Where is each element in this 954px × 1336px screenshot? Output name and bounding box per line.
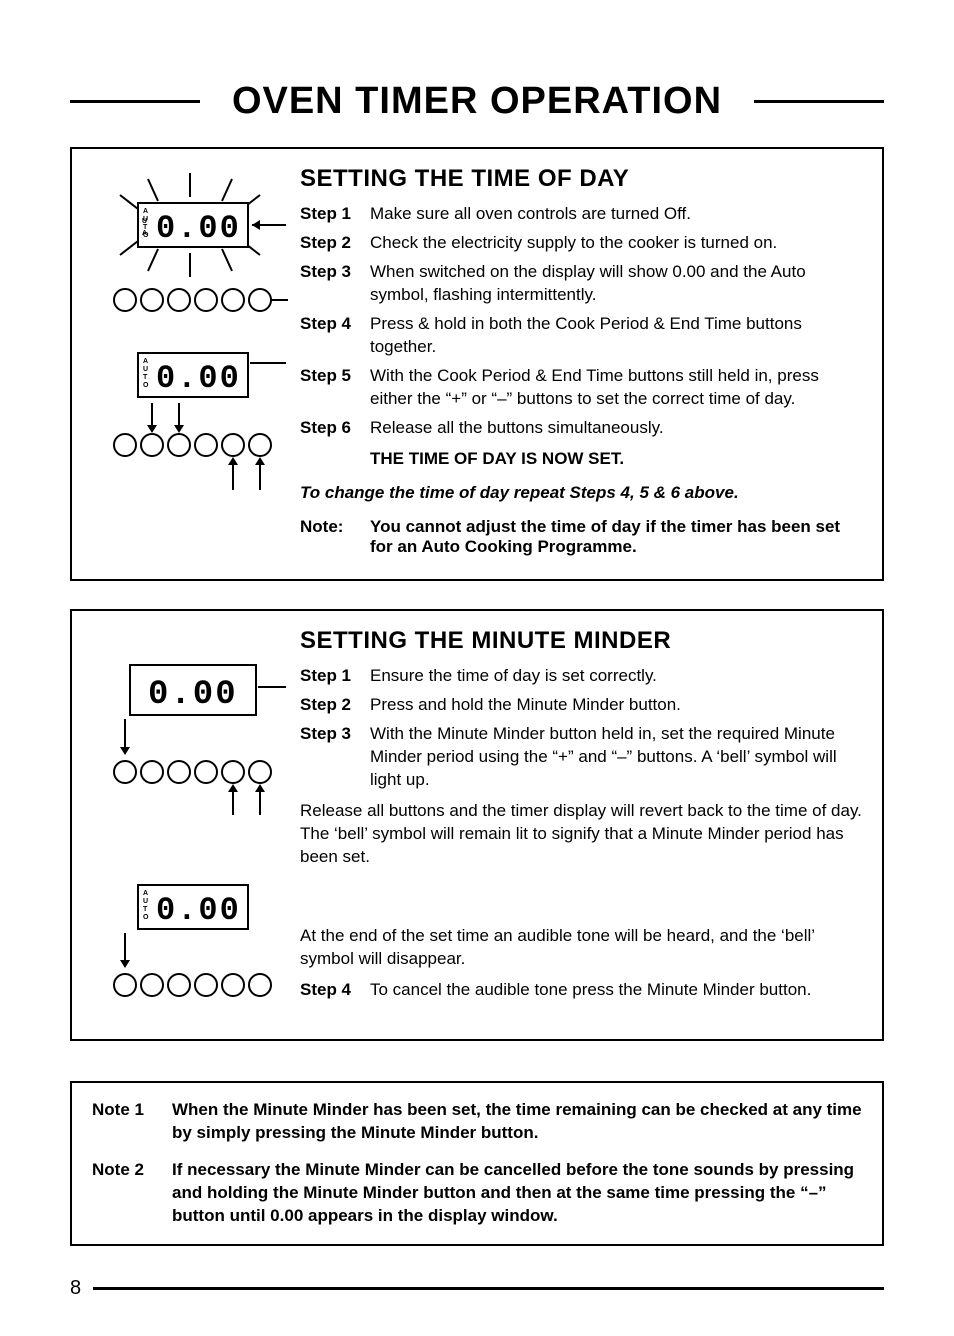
page-footer: 8: [70, 1277, 884, 1300]
step-body: Make sure all oven controls are turned O…: [370, 203, 864, 226]
svg-text:U: U: [143, 216, 148, 223]
note-item: Note 1 When the Minute Minder has been s…: [92, 1099, 862, 1145]
step-row: Step 6 Release all the buttons simultane…: [300, 417, 864, 440]
diagram-set-time: A U T O 0.00: [90, 345, 290, 515]
note-row: Note: You cannot adjust the time of day …: [300, 517, 864, 557]
illustration-column-1: A U A U T O 0.00: [90, 165, 300, 557]
illustration-column-2: 0.00: [90, 627, 300, 1017]
page-title: OVEN TIMER OPERATION: [200, 80, 754, 123]
paragraph: At the end of the set time an audible to…: [300, 925, 864, 971]
diagram-minute-minder-set: 0.00: [90, 657, 290, 827]
section-minute-minder: 0.00: [70, 609, 884, 1041]
title-rule-right: [754, 100, 884, 103]
step-row: Step 4 To cancel the audible tone press …: [300, 979, 864, 1002]
svg-text:A: A: [143, 890, 148, 897]
svg-text:T: T: [143, 906, 148, 913]
step-row: Step 5 With the Cook Period & End Time b…: [300, 365, 864, 411]
step-row: Step 1 Ensure the time of day is set cor…: [300, 665, 864, 688]
step-row: Step 3 With the Minute Minder button hel…: [300, 723, 864, 792]
svg-text:T: T: [143, 224, 148, 231]
page-number: 8: [70, 1277, 81, 1300]
step-label: Step 1: [300, 203, 370, 226]
svg-text:O: O: [143, 232, 149, 239]
svg-text:A: A: [143, 208, 148, 215]
section-time-of-day: A U A U T O 0.00: [70, 147, 884, 581]
step-row: Step 3 When switched on the display will…: [300, 261, 864, 307]
step-row: Step 1 Make sure all oven controls are t…: [300, 203, 864, 226]
page: OVEN TIMER OPERATION: [0, 0, 954, 1336]
paragraph: Release all buttons and the timer displa…: [300, 800, 864, 869]
title-rule-left: [70, 100, 200, 103]
heading-minute-minder: SETTING THE MINUTE MINDER: [300, 627, 864, 655]
footer-rule: [93, 1287, 884, 1290]
svg-text:A: A: [143, 358, 148, 365]
title-row: OVEN TIMER OPERATION: [70, 80, 884, 123]
svg-text:U: U: [143, 366, 148, 373]
step-row: Step 4 Press & hold in both the Cook Per…: [300, 313, 864, 359]
svg-text:O: O: [143, 914, 149, 921]
svg-text:U: U: [143, 898, 148, 905]
svg-text:0.00: 0.00: [156, 360, 241, 397]
svg-text:0.00: 0.00: [148, 676, 238, 714]
diagram-minute-minder-cancel: A U T O 0.00: [90, 877, 290, 1017]
note-item: Note 2 If necessary the Minute Minder ca…: [92, 1159, 862, 1228]
notes-box: Note 1 When the Minute Minder has been s…: [70, 1081, 884, 1246]
svg-text:0.00: 0.00: [156, 892, 241, 929]
display-readout: 0.00: [156, 210, 241, 247]
time-set-confirmation: THE TIME OF DAY IS NOW SET.: [370, 449, 864, 469]
step-row: Step 2 Check the electricity supply to t…: [300, 232, 864, 255]
svg-text:O: O: [143, 382, 149, 389]
change-time-instruction: To change the time of day repeat Steps 4…: [300, 483, 864, 503]
step-row: Step 2 Press and hold the Minute Minder …: [300, 694, 864, 717]
heading-time-of-day: SETTING THE TIME OF DAY: [300, 165, 864, 193]
svg-text:T: T: [143, 374, 148, 381]
diagram-display-flashing: A U A U T O 0.00: [90, 165, 290, 335]
